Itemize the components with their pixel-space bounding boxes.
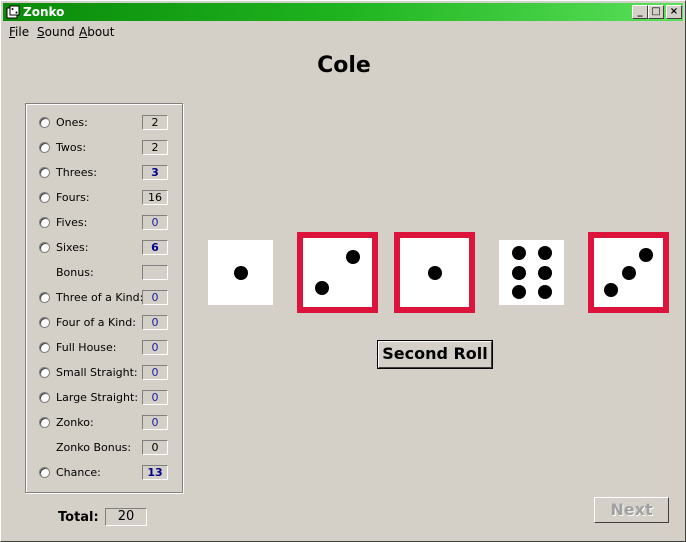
maximize-icon: □ [651, 6, 661, 17]
category-label: Bonus: [56, 266, 94, 279]
category-score: 0 [142, 215, 168, 230]
die-3[interactable] [394, 232, 475, 313]
category-radio[interactable] [39, 142, 50, 153]
dice-app-icon [6, 5, 20, 19]
category-score: 0 [142, 315, 168, 330]
category-score: 0 [142, 365, 168, 380]
die-pip [511, 285, 526, 299]
die-pip [315, 280, 330, 295]
die-pip [621, 265, 636, 280]
category-radio[interactable] [39, 217, 50, 228]
category-label: Zonko: [56, 416, 94, 429]
category-score: 6 [142, 240, 168, 255]
category-radio[interactable] [39, 167, 50, 178]
player-name: Cole [317, 53, 371, 78]
die-pip [511, 265, 526, 280]
app-window: Zonko _ □ × File Sound About Cole Ones: 2… [0, 0, 686, 542]
category-label: Twos: [56, 141, 87, 154]
category-radio[interactable] [39, 242, 50, 253]
category-radio[interactable] [39, 117, 50, 128]
menu-sound[interactable]: Sound [37, 25, 75, 39]
die-pip [345, 250, 360, 265]
die-pip [638, 248, 653, 263]
die-5[interactable] [588, 232, 669, 313]
category-score: 2 [142, 115, 168, 130]
category-score: 0 [142, 290, 168, 305]
category-radio[interactable] [39, 342, 50, 353]
close-button[interactable]: × [666, 5, 682, 19]
category-radio[interactable] [39, 317, 50, 328]
category-score [142, 265, 168, 280]
title-bar[interactable]: Zonko _ □ × [3, 3, 683, 21]
category-radio[interactable] [39, 367, 50, 378]
die-pip [537, 265, 552, 280]
category-label: Threes: [56, 166, 97, 179]
category-score: 3 [142, 165, 168, 180]
category-score: 16 [142, 190, 168, 205]
category-score: 0 [142, 340, 168, 355]
category-label: Four of a Kind: [56, 316, 136, 329]
minimize-button[interactable]: _ [632, 5, 648, 19]
die-pip [511, 246, 526, 260]
next-button[interactable]: Next [594, 497, 669, 523]
category-label: Fives: [56, 216, 88, 229]
die-1[interactable] [208, 240, 273, 305]
category-label: Ones: [56, 116, 88, 129]
maximize-button[interactable]: □ [648, 5, 664, 19]
category-score: 0 [142, 440, 168, 455]
category-label: Large Straight: [56, 391, 139, 404]
window-title: Zonko [23, 5, 65, 19]
category-label: Zonko Bonus: [56, 441, 132, 454]
category-radio[interactable] [39, 292, 50, 303]
total-label: Total: [58, 510, 99, 525]
category-score: 2 [142, 140, 168, 155]
die-pip [604, 282, 619, 297]
category-score: 13 [142, 465, 168, 480]
minimize-icon: _ [637, 6, 643, 17]
close-icon: × [669, 6, 679, 17]
category-radio[interactable] [39, 417, 50, 428]
die-2[interactable] [297, 232, 378, 313]
second-roll-button[interactable]: Second Roll [377, 340, 493, 369]
category-radio[interactable] [39, 192, 50, 203]
category-radio[interactable] [39, 467, 50, 478]
menu-about[interactable]: About [79, 25, 115, 39]
die-pip [537, 285, 552, 299]
die-4[interactable] [499, 240, 564, 305]
menu-file[interactable]: File [9, 25, 29, 39]
die-pip [233, 265, 248, 280]
category-label: Chance: [56, 466, 101, 479]
category-label: Small Straight: [56, 366, 138, 379]
die-pip [427, 265, 442, 280]
category-label: Full House: [56, 341, 117, 354]
category-score: 0 [142, 415, 168, 430]
category-label: Fours: [56, 191, 90, 204]
category-label: Sixes: [56, 241, 89, 254]
category-score: 0 [142, 390, 168, 405]
category-label: Three of a Kind: [56, 291, 144, 304]
die-pip [537, 246, 552, 260]
total-value: 20 [105, 508, 147, 526]
category-radio[interactable] [39, 392, 50, 403]
